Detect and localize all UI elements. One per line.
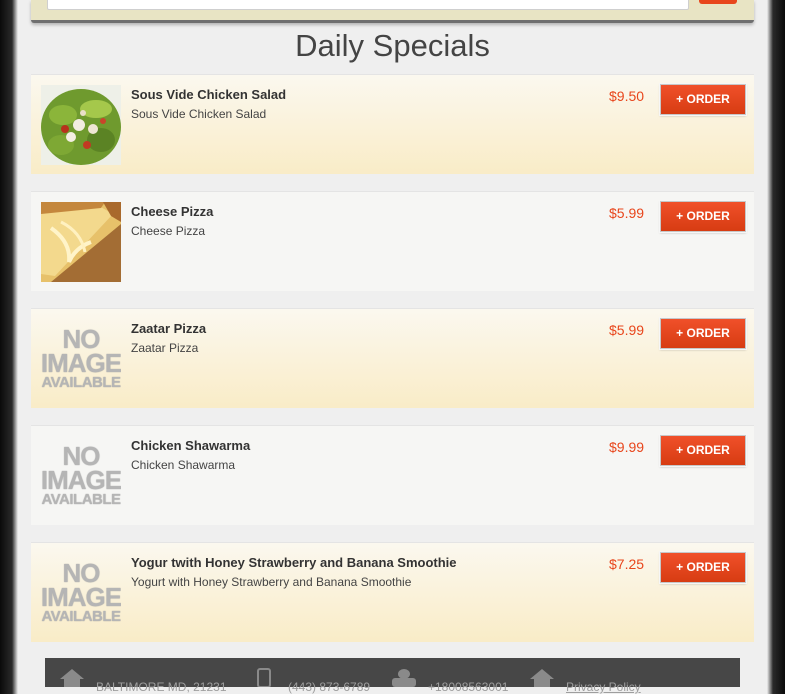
no-image-placeholder[interactable]: NO IMAGE AVAILABLE	[41, 553, 121, 633]
item-name[interactable]: Sous Vide Chicken Salad	[131, 87, 286, 102]
no-image-placeholder[interactable]: NO IMAGE AVAILABLE	[41, 319, 121, 399]
order-button[interactable]: + ORDER	[660, 201, 746, 232]
phone-icon	[257, 668, 271, 687]
fax-icon	[392, 669, 416, 687]
home-icon	[530, 669, 554, 687]
item-name[interactable]: Cheese Pizza	[131, 204, 213, 219]
privacy-policy-link[interactable]: Privacy Policy	[566, 680, 641, 694]
fax-text: +18008563001	[428, 680, 509, 694]
salad-photo[interactable]	[41, 85, 121, 165]
item-price: $5.99	[609, 205, 645, 221]
menu-item: NO IMAGE AVAILABLE Zaatar Pizza Zaatar P…	[31, 308, 754, 408]
address-text: BALTIMORE MD, 21231	[96, 680, 227, 694]
item-price: $9.99	[609, 439, 645, 455]
no-image-line-2: IMAGE	[41, 465, 121, 496]
no-image-line-2: IMAGE	[41, 582, 121, 613]
order-button[interactable]: + ORDER	[660, 84, 746, 115]
no-image-line-3: AVAILABLE	[41, 374, 121, 391]
search-button[interactable]	[699, 0, 737, 4]
item-price: $9.50	[609, 88, 645, 104]
item-description: Cheese Pizza	[131, 224, 206, 238]
item-name[interactable]: Chicken Shawarma	[131, 438, 250, 453]
item-price: $7.25	[609, 556, 645, 572]
item-description: Sous Vide Chicken Salad	[131, 107, 267, 121]
menu-item: Cheese Pizza Cheese Pizza $5.99 + ORDER	[31, 191, 754, 291]
no-image-line-3: AVAILABLE	[41, 491, 121, 508]
no-image-placeholder[interactable]: NO IMAGE AVAILABLE	[41, 436, 121, 516]
no-image-line-2: IMAGE	[41, 348, 121, 379]
item-name[interactable]: Yogur twith Honey Strawberry and Banana …	[131, 555, 457, 570]
page-title: Daily Specials	[295, 28, 490, 63]
search-bar	[31, 0, 754, 23]
menu-item: NO IMAGE AVAILABLE Chicken Shawarma Chic…	[31, 425, 754, 525]
search-input[interactable]	[47, 0, 689, 10]
pizza-photo[interactable]	[41, 202, 121, 282]
item-name[interactable]: Zaatar Pizza	[131, 321, 206, 336]
item-price: $5.99	[609, 322, 645, 338]
menu-item: NO IMAGE AVAILABLE Yogur twith Honey Str…	[31, 542, 754, 642]
footer-bar: BALTIMORE MD, 21231 (443) 873-6789 +1800…	[45, 658, 740, 694]
item-description: Zaatar Pizza	[131, 341, 199, 355]
item-description: Chicken Shawarma	[131, 458, 236, 472]
order-button[interactable]: + ORDER	[660, 435, 746, 466]
order-button[interactable]: + ORDER	[660, 552, 746, 583]
order-button[interactable]: + ORDER	[660, 318, 746, 349]
phone-text: (443) 873-6789	[288, 680, 371, 694]
menu-item: Sous Vide Chicken Salad Sous Vide Chicke…	[31, 74, 754, 174]
no-image-line-3: AVAILABLE	[41, 608, 121, 625]
item-description: Yogurt with Honey Strawberry and Banana …	[131, 575, 412, 589]
home-icon	[60, 669, 84, 687]
